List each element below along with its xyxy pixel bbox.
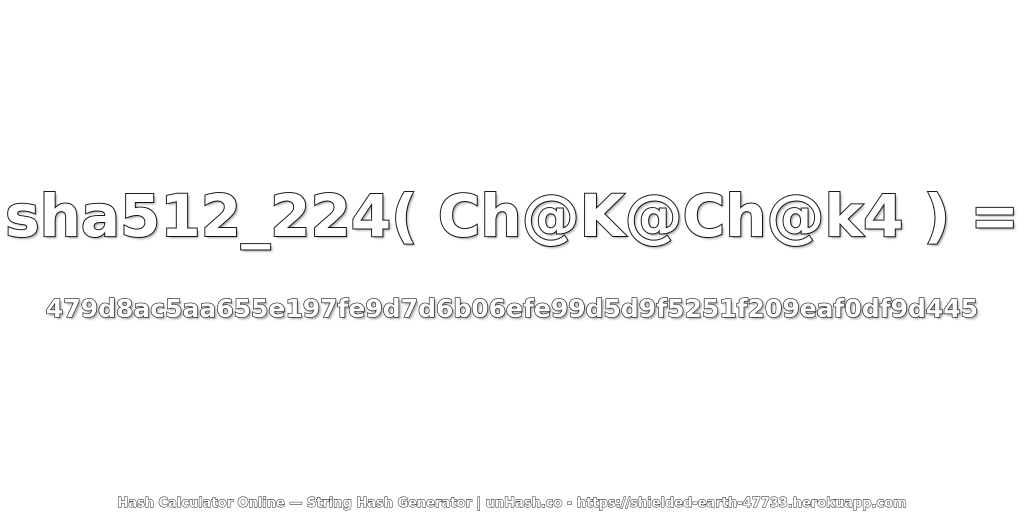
hash-expression-heading: sha512_224( Ch@K@Ch@k4 ) = xyxy=(4,181,1020,251)
site-footer-credit: Hash Calculator Online — String Hash Gen… xyxy=(117,496,907,512)
hash-result: 479d8ac5aa655e197fe9d7d6b06efe99d5d9f525… xyxy=(45,293,979,323)
